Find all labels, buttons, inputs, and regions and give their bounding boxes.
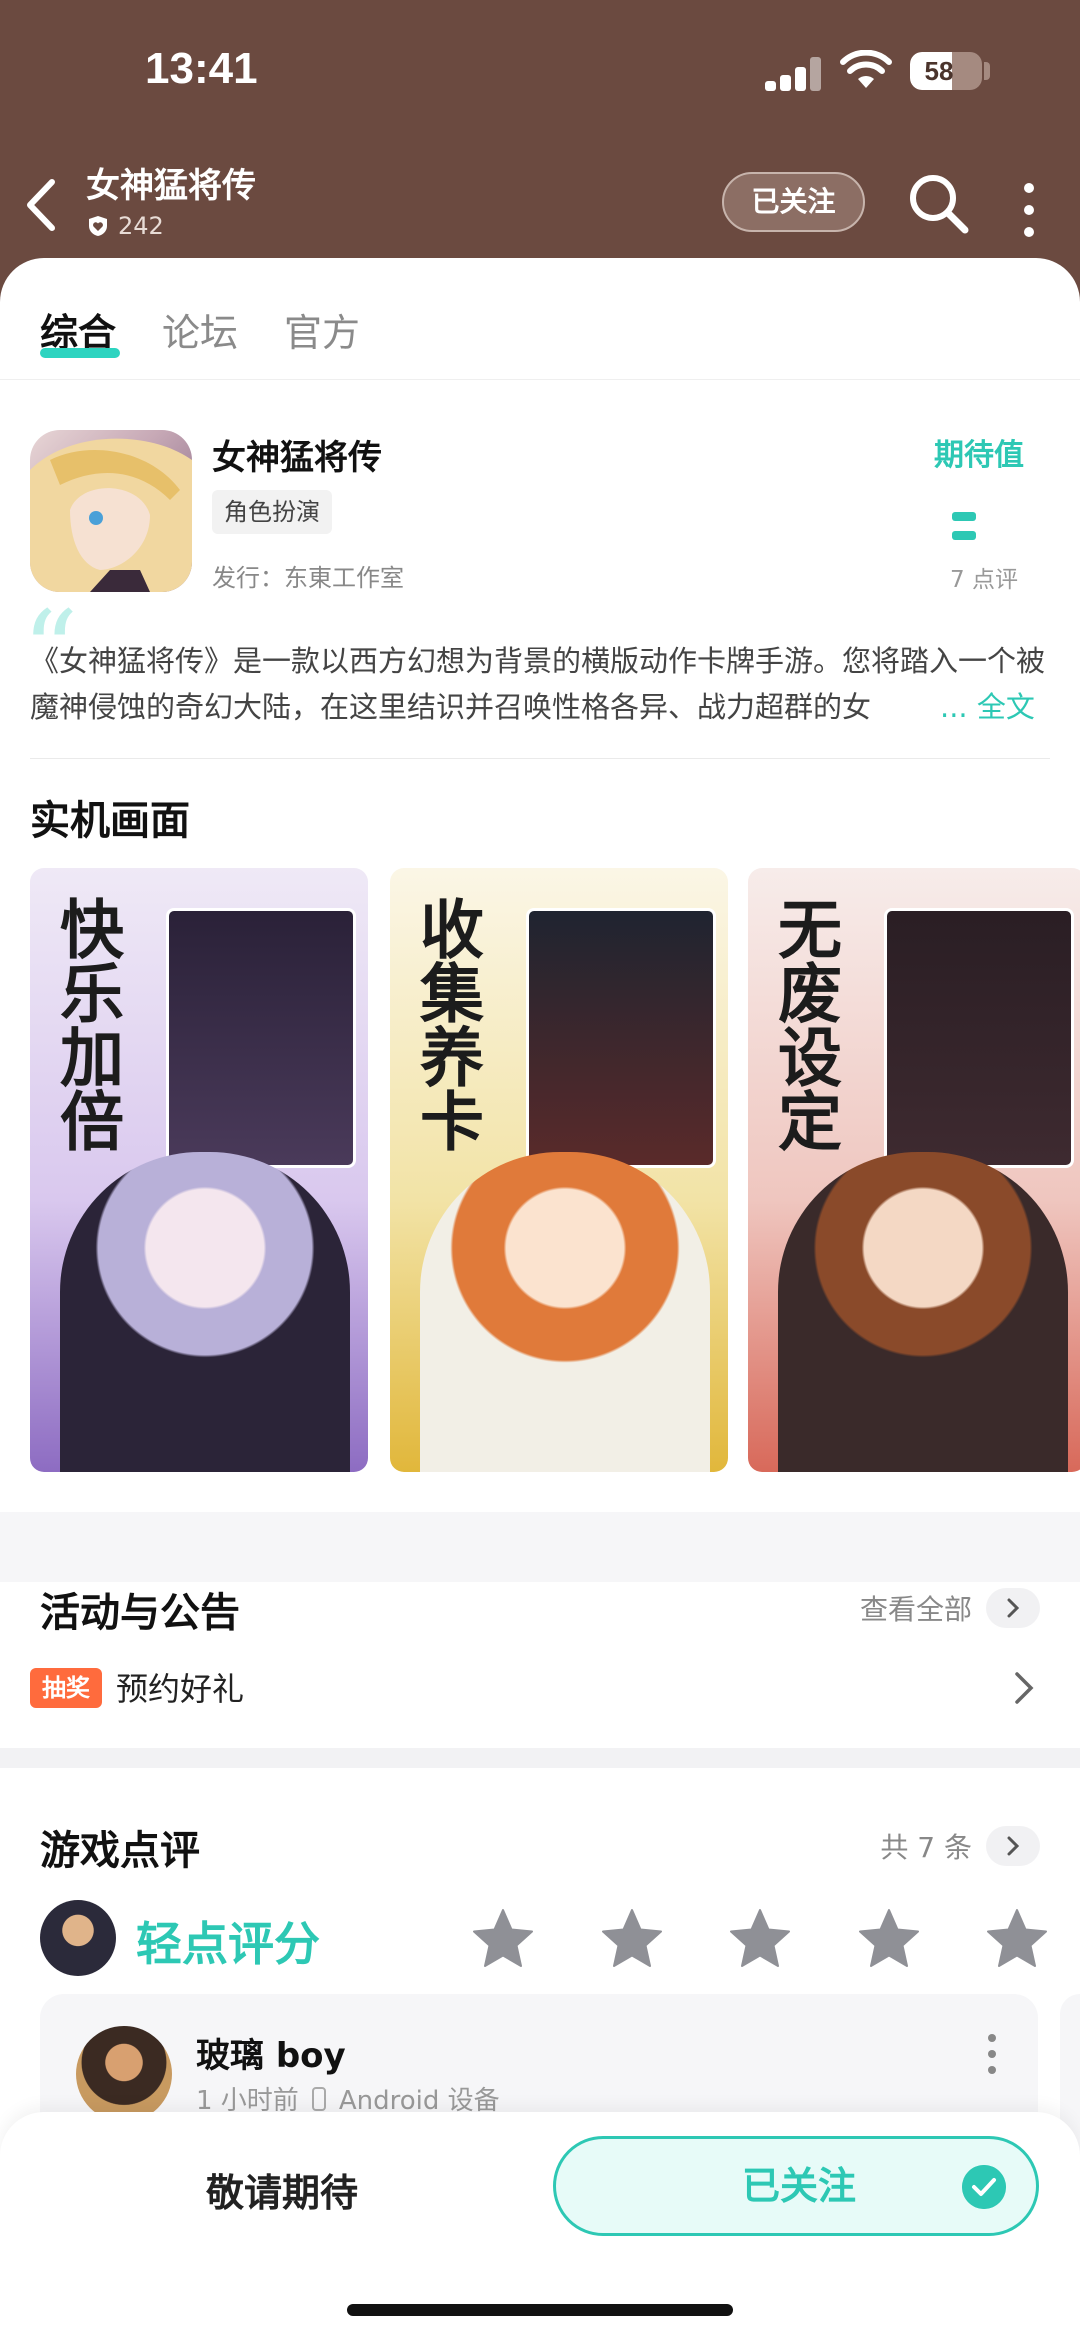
event-chevron-right-icon[interactable] (1012, 1668, 1036, 1708)
section-separator (0, 1512, 1080, 1582)
game-name: 女神猛将传 (212, 438, 382, 478)
star-icon[interactable] (470, 1906, 536, 1972)
screenshot-1[interactable]: 快乐加倍 (30, 868, 368, 1472)
battery-level: 58 (924, 56, 954, 86)
review-count[interactable]: 7 点评 (950, 560, 1018, 594)
tab-forum[interactable]: 论坛 (162, 302, 238, 357)
review-more-icon[interactable] (988, 2034, 998, 2080)
screenshot-carousel[interactable]: 快乐加倍 收集养卡 无废设定 (30, 868, 1080, 1472)
star-icon[interactable] (856, 1906, 922, 1972)
screenshot-3[interactable]: 无废设定 (748, 868, 1080, 1472)
screenshot-2[interactable]: 收集养卡 (390, 868, 728, 1472)
events-see-all-label: 查看全部 (859, 1593, 972, 1626)
home-indicator[interactable] (347, 2304, 733, 2316)
rating-stars (470, 1906, 1050, 1976)
screenshot-2-caption: 收集养卡 (409, 896, 483, 1152)
screenshots-title: 实机画面 (30, 798, 190, 844)
reviews-title: 游戏点评 (40, 1828, 200, 1874)
expectation-label: 期待值 (934, 438, 1024, 473)
screenshot-1-character (60, 1152, 350, 1472)
reviews-count-label: 共 7 条 (880, 1831, 972, 1864)
header-follow-button[interactable]: 已关注 (722, 172, 865, 232)
phone-icon (311, 2086, 326, 2111)
tap-to-rate-label: 轻点评分 (136, 1917, 320, 1971)
reviews-count-button[interactable]: 共 7 条 (880, 1826, 1040, 1866)
fan-count: 242 (86, 212, 164, 240)
fan-count-value: 242 (118, 212, 164, 240)
reviewer-avatar[interactable] (76, 2026, 172, 2122)
star-icon[interactable] (727, 1906, 793, 1972)
genre-tag[interactable]: 角色扮演 (212, 490, 332, 534)
tab-active-indicator (40, 348, 120, 358)
expectation-value (952, 506, 1010, 540)
status-time: 13:41 (145, 44, 258, 93)
screenshot-3-ui-panel (884, 908, 1074, 1168)
events-see-all-button[interactable]: 查看全部 (860, 1588, 1040, 1628)
event-item-title[interactable]: 预约好礼 (116, 1664, 244, 1710)
tab-bar: 综合 论坛 官方 (0, 258, 1080, 380)
star-icon[interactable] (599, 1906, 665, 1972)
check-icon (962, 2165, 1006, 2209)
star-icon[interactable] (984, 1906, 1050, 1972)
screenshot-1-caption: 快乐加倍 (49, 896, 123, 1152)
more-options-icon[interactable] (1018, 178, 1040, 237)
main-content: 综合 论坛 官方 女神猛将传 角色扮演 发行：东東工作室 期待值 7 点评 “ … (0, 258, 1080, 2341)
cellular-signal-icon (765, 55, 821, 91)
tab-official[interactable]: 官方 (284, 302, 360, 357)
lottery-tag: 抽奖 (30, 1668, 102, 1708)
section-separator (0, 1748, 1080, 1768)
coming-soon-label: 敬请期待 (205, 2171, 358, 2215)
screenshot-2-character (420, 1152, 710, 1472)
game-description: 《女神猛将传》是一款以西方幻想为背景的横版动作卡牌手游。您将踏入一个被魔神侵蚀的… (30, 644, 1046, 724)
follow-button[interactable]: 已关注 (553, 2136, 1039, 2236)
read-more-link[interactable]: ... 全文 (936, 684, 1035, 726)
battery-cap (984, 62, 990, 80)
publisher-label[interactable]: 发行：东東工作室 (212, 558, 404, 593)
events-title: 活动与公告 (40, 1590, 240, 1636)
heart-shield-icon (89, 216, 107, 236)
game-icon[interactable] (30, 430, 192, 592)
screenshot-3-character (778, 1152, 1068, 1472)
game-icon-art (30, 438, 192, 592)
back-arrow-icon[interactable] (14, 170, 74, 240)
user-avatar (40, 1900, 116, 1976)
battery-icon: 58 (910, 52, 982, 90)
search-icon[interactable] (905, 170, 971, 236)
chevron-right-icon (986, 1588, 1040, 1628)
screenshot-3-caption: 无废设定 (767, 896, 841, 1152)
status-bar: 13:41 58 (0, 0, 1080, 150)
divider (30, 758, 1050, 759)
reviewer-name[interactable]: 玻璃 boy (196, 2028, 346, 2077)
wifi-icon (840, 50, 892, 88)
page-title: 女神猛将传 (86, 166, 256, 206)
screenshot-1-ui-panel (166, 908, 356, 1168)
chevron-right-icon (986, 1826, 1040, 1866)
screenshot-2-ui-panel (526, 908, 716, 1168)
